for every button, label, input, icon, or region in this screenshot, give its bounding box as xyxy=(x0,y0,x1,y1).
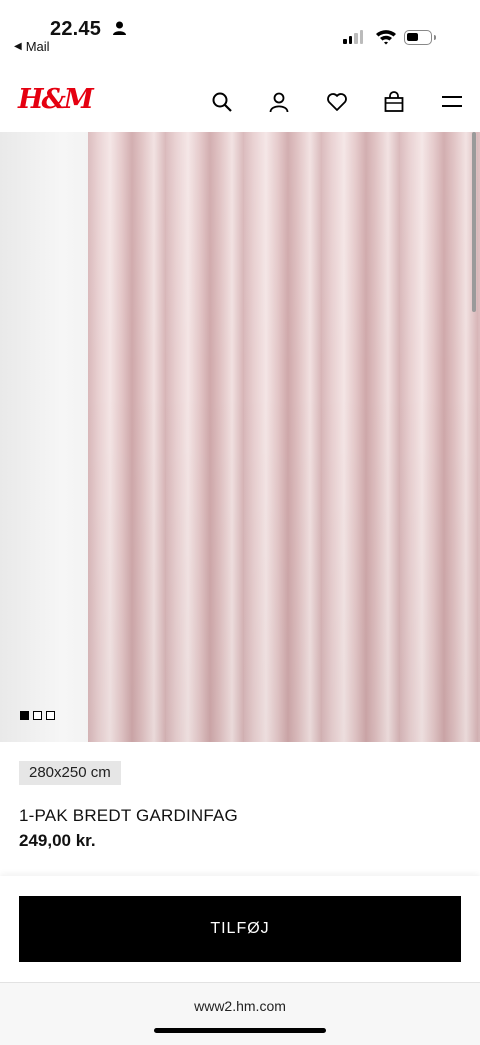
url-text[interactable]: www2.hm.com xyxy=(0,998,480,1014)
gallery-dot[interactable] xyxy=(33,711,42,720)
add-to-cart-bar: TILFØJ xyxy=(0,876,480,982)
product-image[interactable] xyxy=(0,132,480,742)
cellular-signal-icon xyxy=(343,30,363,44)
image-background xyxy=(0,132,88,742)
account-icon[interactable] xyxy=(267,90,291,114)
back-to-app-link[interactable]: ◀ Mail xyxy=(14,39,50,54)
hm-logo[interactable]: H&M xyxy=(18,84,94,115)
gallery-pagination xyxy=(20,711,55,720)
curtain-photo xyxy=(88,132,480,742)
site-header: H&M xyxy=(0,76,480,128)
product-name: 1-PAK BREDT GARDINFAG xyxy=(19,806,238,825)
gallery-dot[interactable] xyxy=(20,711,29,720)
product-price: 249,00 kr. xyxy=(19,831,96,850)
gallery-dot[interactable] xyxy=(46,711,55,720)
menu-icon[interactable] xyxy=(440,90,464,114)
battery-icon xyxy=(404,30,436,45)
back-arrow-icon: ◀ xyxy=(14,41,22,52)
status-time: 22.45 xyxy=(50,18,102,40)
scrollbar[interactable] xyxy=(472,132,476,312)
add-button[interactable]: TILFØJ xyxy=(19,896,461,962)
person-icon xyxy=(113,21,126,40)
shopping-bag-icon[interactable] xyxy=(382,90,406,114)
browser-url-bar[interactable]: www2.hm.com xyxy=(0,982,480,1045)
home-indicator[interactable] xyxy=(154,1028,326,1033)
wifi-icon xyxy=(375,29,397,50)
favorites-heart-icon[interactable] xyxy=(325,90,349,114)
back-app-label: Mail xyxy=(25,39,50,54)
size-label: 280x250 cm xyxy=(19,761,121,785)
search-icon[interactable] xyxy=(210,90,234,114)
status-bar: 22.45 ◀ Mail xyxy=(0,0,480,64)
